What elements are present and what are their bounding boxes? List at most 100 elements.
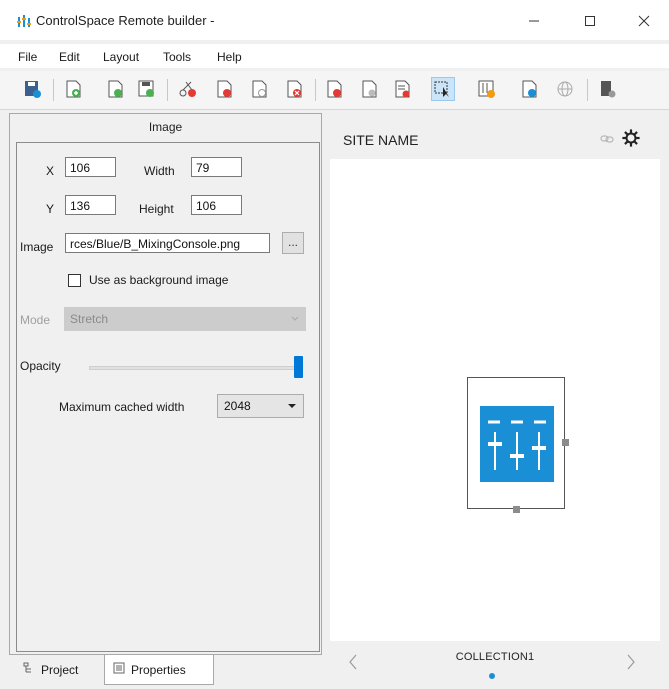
- page-blank-button[interactable]: [248, 77, 272, 101]
- window-title: ControlSpace Remote builder -: [36, 13, 215, 28]
- width-input[interactable]: 79: [191, 157, 242, 177]
- menu-edit[interactable]: Edit: [59, 50, 80, 64]
- max-cached-width-value: 2048: [224, 399, 251, 413]
- link-icon[interactable]: [600, 133, 614, 147]
- page-gray-button[interactable]: [358, 77, 382, 101]
- toolbar: [0, 71, 669, 110]
- minimize-button[interactable]: [512, 8, 556, 34]
- page-indicator-dot: [489, 673, 495, 679]
- close-button[interactable]: [622, 8, 666, 34]
- resize-handle-bottom[interactable]: [513, 506, 520, 513]
- delete-page-button[interactable]: [283, 77, 307, 101]
- chevron-right-icon[interactable]: [626, 653, 636, 676]
- page-list-icon: [395, 80, 410, 98]
- browse-button[interactable]: ...: [282, 232, 304, 254]
- page-list-button[interactable]: [391, 77, 415, 101]
- globe-button[interactable]: [553, 77, 577, 101]
- mode-dropdown[interactable]: Stretch: [64, 307, 306, 331]
- menu-help[interactable]: Help: [217, 50, 242, 64]
- mixer-button[interactable]: [475, 77, 499, 101]
- mode-label: Mode: [20, 313, 51, 327]
- panel-title: Image: [148, 120, 183, 134]
- tab-properties-label: Properties: [131, 662, 186, 677]
- new-page-green-button[interactable]: [104, 77, 128, 101]
- image-label: Image: [20, 240, 54, 254]
- maximize-icon: [585, 16, 595, 26]
- x-input[interactable]: 106: [65, 157, 116, 177]
- properties-panel: Image X 106 Width 79 Y 136 Height 106 Im…: [9, 113, 322, 655]
- save-as-icon: [25, 81, 41, 98]
- site-name: SITE NAME: [343, 132, 419, 148]
- cut-button[interactable]: [176, 77, 200, 101]
- collection-footer: COLLECTION1: [330, 641, 660, 689]
- y-input[interactable]: 136: [65, 195, 116, 215]
- tab-properties[interactable]: Properties: [104, 655, 214, 685]
- y-label: Y: [46, 202, 55, 216]
- save-icon: [138, 80, 154, 97]
- properties-list-icon: [113, 655, 125, 685]
- panel-tabs: Project Properties: [9, 655, 320, 689]
- page-error-icon: [327, 80, 342, 98]
- save-as-button[interactable]: [21, 77, 45, 101]
- site-header: SITE NAME: [330, 113, 660, 159]
- tab-project-label: Project: [41, 663, 79, 677]
- project-tree-icon: [23, 655, 35, 685]
- width-label: Width: [144, 164, 175, 178]
- app-logo-icon: [17, 14, 31, 28]
- opacity-label: Opacity: [20, 359, 61, 373]
- title-bar: ControlSpace Remote builder -: [0, 0, 669, 40]
- close-icon: [638, 15, 650, 27]
- cut-icon: [179, 81, 196, 97]
- toolbar-separator: [53, 79, 54, 101]
- mixing-console-image[interactable]: [467, 377, 569, 513]
- image-path-input[interactable]: rces/Blue/B_MixingConsole.png: [65, 233, 270, 253]
- mixer-icon: [480, 406, 554, 482]
- height-label: Height: [139, 202, 174, 216]
- max-cached-width-dropdown[interactable]: 2048: [217, 394, 304, 418]
- globe-icon: [557, 81, 573, 97]
- toolbar-separator: [315, 79, 316, 101]
- mixer-icon: [478, 80, 495, 98]
- device-button[interactable]: [596, 77, 620, 101]
- max-cached-width-label: Maximum cached width: [59, 400, 185, 414]
- page-red-icon: [217, 80, 232, 98]
- menu-layout[interactable]: Layout: [103, 50, 139, 64]
- tab-project[interactable]: Project: [15, 655, 86, 685]
- page-red-button[interactable]: [323, 77, 347, 101]
- new-page-button[interactable]: [62, 77, 86, 101]
- x-label: X: [46, 164, 55, 178]
- select-tool-button[interactable]: [431, 77, 455, 101]
- height-input[interactable]: 106: [191, 195, 242, 215]
- menu-file[interactable]: File: [18, 50, 37, 64]
- opacity-slider[interactable]: [89, 366, 303, 370]
- add-page-red-button[interactable]: [213, 77, 237, 101]
- minimize-icon: [529, 20, 539, 22]
- gear-icon[interactable]: [622, 129, 640, 150]
- resize-handle-right[interactable]: [562, 439, 569, 446]
- design-canvas[interactable]: [333, 159, 657, 641]
- chevron-down-icon: [288, 395, 296, 417]
- background-checkbox[interactable]: [68, 274, 81, 287]
- select-pointer-icon: [434, 81, 449, 97]
- preview-panel: SITE NAME COLLECTION1: [330, 113, 660, 689]
- collection-label: COLLECTION1: [455, 651, 535, 663]
- delete-page-icon: [287, 80, 302, 98]
- page-blue-button[interactable]: [518, 77, 542, 101]
- device-icon: [601, 81, 616, 98]
- menu-tools[interactable]: Tools: [163, 50, 191, 64]
- save-button[interactable]: [135, 77, 159, 101]
- properties-group: X 106 Width 79 Y 136 Height 106 Image rc…: [16, 142, 320, 652]
- mode-value: Stretch: [70, 312, 109, 326]
- background-checkbox-label: Use as background image: [89, 273, 229, 287]
- opacity-slider-thumb[interactable]: [294, 356, 303, 378]
- page-gray-icon: [362, 80, 377, 98]
- toolbar-separator: [587, 79, 588, 101]
- new-page-icon: [66, 80, 81, 98]
- new-page-green-icon: [108, 80, 123, 98]
- page-blue-icon: [522, 80, 537, 98]
- chevron-down-icon: [291, 308, 299, 330]
- toolbar-separator: [167, 79, 168, 101]
- menu-bar: File Edit Layout Tools Help: [0, 44, 669, 68]
- page-blank-icon: [252, 80, 267, 98]
- maximize-button[interactable]: [568, 8, 612, 34]
